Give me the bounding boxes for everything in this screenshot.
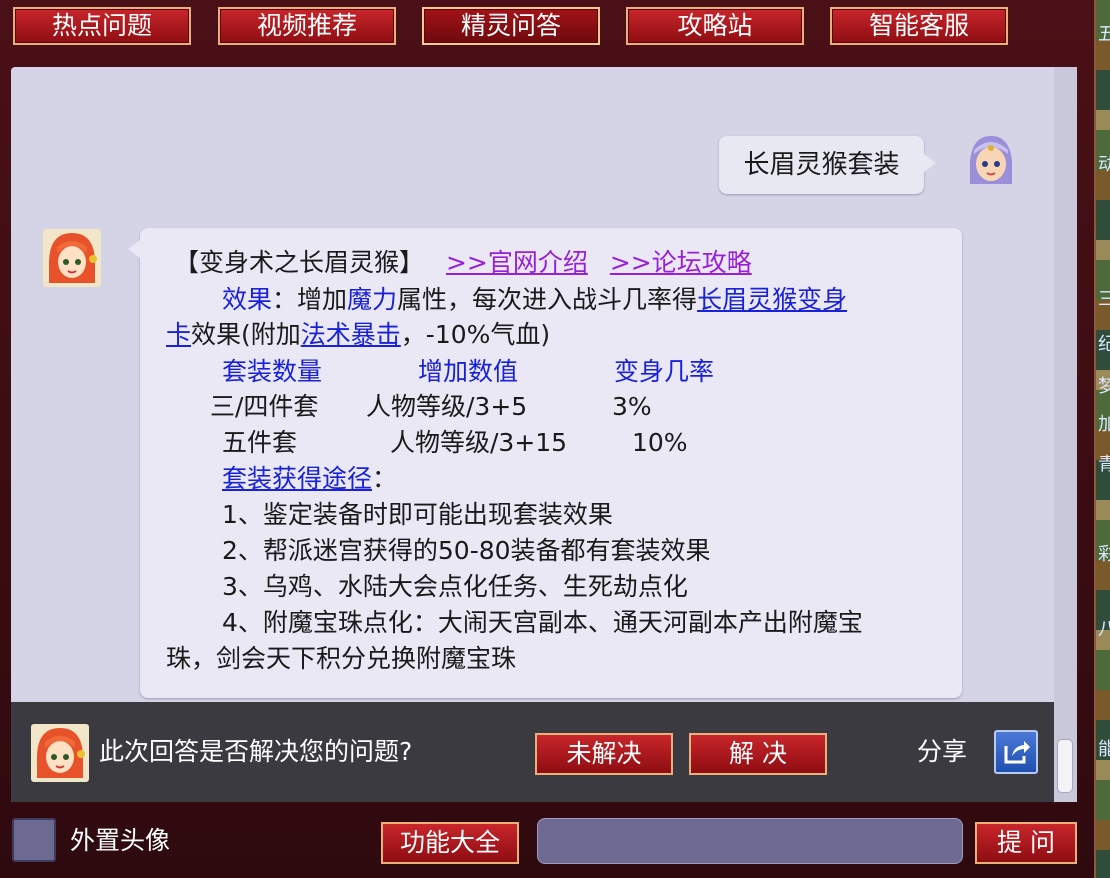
tab-smart-service[interactable]: 智能客服 (830, 7, 1008, 45)
strip-glyph: 八 (1098, 619, 1110, 640)
official-intro-link[interactable]: >>官网介绍 (446, 248, 588, 277)
table-header-count: 套装数量 (222, 357, 323, 386)
effect-text: 属性，每次进入战斗几率得 (397, 285, 698, 314)
table-cell: 3% (612, 392, 652, 421)
spell-crit-link[interactable]: 法术暴击 (301, 320, 401, 349)
table-header-rate: 变身几率 (614, 357, 715, 386)
feedback-question: 此次回答是否解决您的问题? (99, 737, 413, 766)
magic-attribute: 魔力 (347, 285, 398, 314)
external-avatar-label: 外置头像 (70, 826, 171, 855)
table-cell: 人物等级/3+15 (390, 428, 568, 457)
effect-label: 效果 (222, 285, 273, 314)
table-cell: 五件套 (222, 428, 298, 457)
source-item: 4、附魔宝珠点化：大闹天宫副本、通天河副本产出附魔宝 (222, 608, 863, 637)
table-cell: 人物等级/3+5 (366, 392, 528, 421)
strip-glyph: 青 (1098, 454, 1110, 475)
strip-glyph: 三 (1098, 289, 1110, 310)
strip-glyph: 能 (1098, 739, 1110, 760)
share-label: 分享 (917, 737, 968, 766)
tab-sprite-qa[interactable]: 精灵问答 (422, 7, 600, 45)
user-message-text: 长眉灵猴套装 (743, 150, 900, 180)
source-item: 2、帮派迷宫获得的50-80装备都有套装效果 (222, 536, 711, 565)
effect-line-1: 效果：增加魔力属性，每次进入战斗几率得长眉灵猴变身 (222, 283, 847, 317)
share-button[interactable] (994, 730, 1038, 774)
effect-text: ，-10%气血) (400, 320, 551, 349)
effect-text: 效果(附加 (191, 320, 301, 349)
strip-glyph: 彩 (1098, 544, 1110, 565)
source-link[interactable]: 套装获得途径 (222, 464, 372, 493)
solved-button[interactable]: 解 决 (689, 733, 827, 775)
table-cell: 10% (632, 428, 688, 457)
question-input[interactable] (537, 818, 963, 864)
transform-card-link[interactable]: 长眉灵猴变身 (697, 285, 847, 314)
strip-glyph: 梦 (1098, 376, 1110, 397)
tab-hot-questions[interactable]: 热点问题 (13, 7, 191, 45)
ask-button[interactable]: 提 问 (975, 822, 1077, 864)
strip-glyph: 纪 (1098, 334, 1110, 355)
scrollbar-track[interactable] (1054, 67, 1077, 802)
unsolved-button[interactable]: 未解决 (535, 733, 673, 775)
answer-title-row: 【变身术之长眉灵猴】 >>官网介绍 >>论坛攻略 (174, 246, 752, 280)
assistant-avatar-icon (31, 724, 89, 782)
source-heading: 套装获得途径： (222, 462, 397, 496)
forum-guide-link[interactable]: >>论坛攻略 (610, 248, 752, 277)
table-header-value: 增加数值 (418, 357, 519, 386)
share-icon (1004, 741, 1030, 764)
source-item-cont: 珠，剑会天下积分兑换附魔宝珠 (166, 644, 517, 673)
transform-card-link-cont[interactable]: 卡 (166, 320, 191, 349)
strip-glyph: 加 (1098, 414, 1110, 435)
answer-title: 【变身术之长眉灵猴】 (174, 248, 425, 277)
tab-video-recommend[interactable]: 视频推荐 (218, 7, 396, 45)
table-cell: 三/四件套 (210, 392, 319, 421)
source-colon: ： (372, 464, 398, 493)
effect-text: ：增加 (272, 285, 348, 314)
strip-glyph: 动 (1098, 154, 1110, 175)
strip-glyph: 五 (1098, 24, 1110, 45)
source-item: 1、鉴定装备时即可能出现套装效果 (222, 500, 613, 529)
assistant-avatar-icon (43, 229, 101, 287)
tab-guide-station[interactable]: 攻略站 (626, 7, 804, 45)
scrollbar-thumb[interactable] (1058, 740, 1072, 792)
user-avatar-icon (962, 132, 1020, 190)
source-item: 3、乌鸡、水陆大会点化任务、生死劫点化 (222, 572, 688, 601)
user-message-bubble: 长眉灵猴套装 (719, 136, 936, 194)
effect-line-2: 卡效果(附加法术暴击，-10%气血) (166, 318, 550, 352)
external-avatar-slot[interactable] (12, 818, 56, 862)
functions-button[interactable]: 功能大全 (381, 822, 519, 864)
